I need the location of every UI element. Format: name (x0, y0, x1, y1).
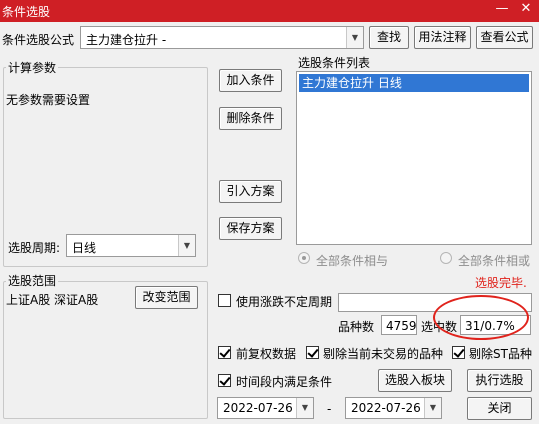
chevron-down-icon[interactable]: ▼ (424, 398, 441, 418)
params-group-label: 计算参数 (6, 59, 59, 76)
save-scheme-button[interactable]: 保存方案 (219, 217, 282, 240)
delete-condition-button[interactable]: 删除条件 (219, 107, 282, 130)
chevron-down-icon[interactable]: ▼ (296, 398, 313, 418)
period-label: 选股周期: (8, 241, 61, 255)
date-from-picker[interactable]: 2022-07-26 ▼ (217, 397, 314, 419)
date-separator: - (327, 402, 332, 416)
date-to-value: 2022-07-26 (351, 401, 421, 415)
usage-notes-button[interactable]: 用法注释 (414, 26, 471, 49)
change-scope-button[interactable]: 改变范围 (135, 286, 198, 309)
date-to-picker[interactable]: 2022-07-26 ▼ (345, 397, 442, 419)
period-select-value: 日线 (72, 241, 97, 255)
formula-select-value: 主力建仓拉升 - (86, 33, 167, 47)
time-range-label: 时间段内满足条件 (236, 375, 333, 389)
count-value: 4759 (386, 319, 417, 333)
close-button[interactable]: 关闭 (467, 397, 532, 420)
radio-or-label: 全部条件相或 (458, 254, 531, 268)
title-bar: 条件选股 — ✕ (0, 0, 539, 22)
params-text: 无参数需要设置 (6, 93, 91, 107)
conditions-label: 选股条件列表 (298, 56, 371, 70)
date-from-value: 2022-07-26 (223, 401, 293, 415)
list-item[interactable]: 主力建仓拉升 日线 (299, 74, 529, 92)
highlight-oval (433, 295, 529, 340)
adjusted-checkbox[interactable] (218, 346, 231, 359)
chevron-down-icon[interactable]: ▼ (346, 27, 363, 48)
formula-select[interactable]: 主力建仓拉升 - ▼ (80, 26, 364, 49)
chevron-down-icon[interactable]: ▼ (178, 235, 195, 256)
radio-or[interactable] (440, 252, 452, 264)
add-condition-button[interactable]: 加入条件 (219, 69, 282, 92)
minimize-icon[interactable]: — (494, 2, 510, 18)
conditions-list[interactable]: 主力建仓拉升 日线 (296, 71, 532, 245)
time-range-checkbox[interactable] (218, 374, 231, 387)
import-scheme-button[interactable]: 引入方案 (219, 180, 282, 203)
exclude-not-traded-label: 剔除当前未交易的品种 (323, 347, 444, 361)
find-button[interactable]: 查找 (369, 26, 409, 49)
uncertain-period-label: 使用涨跌不定周期 (236, 295, 333, 309)
radio-and[interactable] (298, 252, 310, 264)
execute-button[interactable]: 执行选股 (467, 369, 532, 392)
adjusted-label: 前复权数据 (236, 347, 297, 361)
view-formula-button[interactable]: 查看公式 (476, 26, 533, 49)
count-field: 4759 (381, 315, 417, 335)
radio-and-label: 全部条件相与 (316, 254, 389, 268)
scope-text: 上证A股 深证A股 (6, 293, 99, 307)
period-select[interactable]: 日线 ▼ (66, 234, 196, 257)
exclude-st-checkbox[interactable] (452, 346, 465, 359)
close-icon[interactable]: ✕ (518, 2, 534, 18)
add-to-block-button[interactable]: 选股入板块 (378, 369, 452, 392)
count-label: 品种数 (338, 320, 375, 334)
window-title: 条件选股 (2, 5, 51, 19)
scope-group-label: 选股范围 (6, 272, 59, 289)
status-text: 选股完毕. (475, 276, 527, 290)
uncertain-period-checkbox[interactable] (218, 294, 231, 307)
exclude-not-traded-checkbox[interactable] (306, 346, 319, 359)
exclude-st-label: 剔除ST品种 (469, 347, 532, 361)
formula-label: 条件选股公式 (2, 33, 75, 47)
